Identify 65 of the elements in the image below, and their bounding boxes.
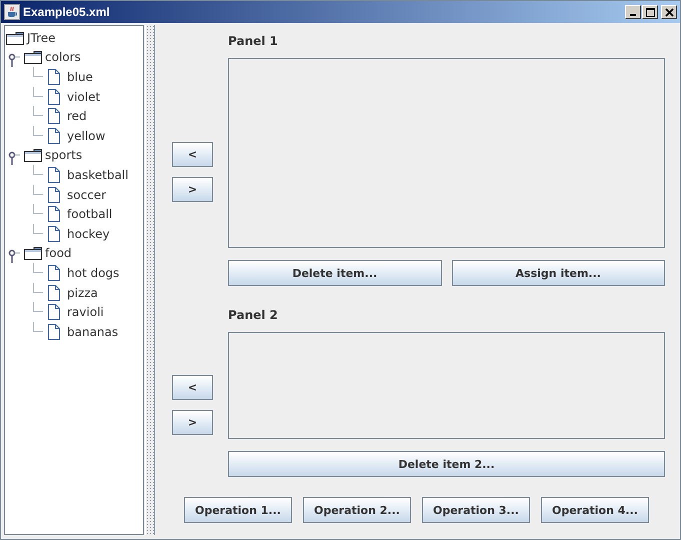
document-icon [47, 186, 61, 203]
document-icon [47, 226, 61, 242]
action-button[interactable]: Delete item 2... [228, 451, 665, 477]
document-icon [47, 108, 61, 124]
tree-node[interactable]: bananas [66, 324, 120, 339]
tree-line [33, 263, 43, 274]
move-right-button[interactable]: > [172, 177, 213, 202]
folder-icon [24, 50, 42, 64]
tree-node[interactable]: soccer [66, 188, 108, 202]
tree-node[interactable]: yellow [66, 128, 106, 143]
operation-button[interactable]: Operation 1... [184, 497, 292, 523]
tree-line [33, 184, 43, 195]
document-icon [47, 88, 61, 105]
action-button[interactable]: Delete item... [228, 260, 442, 286]
action-button[interactable]: Assign item... [452, 260, 665, 286]
minimize-icon [630, 14, 636, 16]
document-icon [47, 206, 61, 222]
list-box[interactable] [228, 332, 665, 439]
tree-line [33, 302, 43, 312]
tree-node[interactable]: JTree [26, 30, 57, 45]
close-button[interactable] [661, 5, 677, 19]
tree-node[interactable]: food [44, 246, 73, 260]
tree-node[interactable]: hot dogs [66, 266, 120, 280]
tree-line [33, 106, 43, 116]
folder-icon [24, 246, 42, 260]
tree-node[interactable]: violet [66, 90, 102, 104]
document-icon [47, 166, 61, 183]
tree-line [33, 204, 43, 214]
tree-node[interactable]: pizza [66, 286, 99, 300]
tree-line [33, 126, 43, 136]
maximize-button[interactable] [642, 5, 658, 19]
document-icon [47, 128, 61, 144]
tree-node[interactable]: hockey [66, 226, 111, 241]
document-icon [47, 304, 61, 320]
document-icon [47, 324, 61, 340]
tree-line [33, 282, 43, 293]
panel-title: Panel 1 [228, 34, 279, 50]
document-icon [47, 284, 61, 301]
tree-node[interactable]: sports [44, 148, 84, 162]
document-icon [47, 68, 61, 85]
maximize-icon [646, 8, 654, 16]
tree-line [33, 165, 43, 176]
tree-line [33, 322, 43, 332]
operation-button[interactable]: Operation 2... [303, 497, 411, 523]
panel-title: Panel 2 [228, 308, 279, 324]
tree-line [33, 86, 43, 97]
tree-node[interactable]: ravioli [66, 305, 105, 320]
tree-line [33, 67, 43, 78]
operation-button[interactable]: Operation 3... [422, 497, 530, 523]
move-left-button[interactable]: < [172, 374, 213, 400]
operation-button[interactable]: Operation 4... [541, 497, 649, 523]
tree-node[interactable]: colors [44, 50, 82, 64]
minimize-button[interactable] [625, 5, 641, 19]
tree-node[interactable]: football [66, 207, 114, 222]
document-icon [47, 264, 61, 281]
close-icon [664, 8, 674, 16]
move-right-button[interactable]: > [172, 410, 213, 434]
tree-node[interactable]: basketball [66, 168, 130, 182]
tree-node[interactable]: red [66, 109, 88, 124]
tree-node[interactable]: blue [66, 70, 94, 84]
coffee-cup-icon [4, 4, 20, 20]
window-title: Example05.xml [23, 5, 110, 19]
folder-icon [24, 148, 42, 162]
tree-line [33, 224, 43, 234]
move-left-button[interactable]: < [172, 142, 213, 167]
